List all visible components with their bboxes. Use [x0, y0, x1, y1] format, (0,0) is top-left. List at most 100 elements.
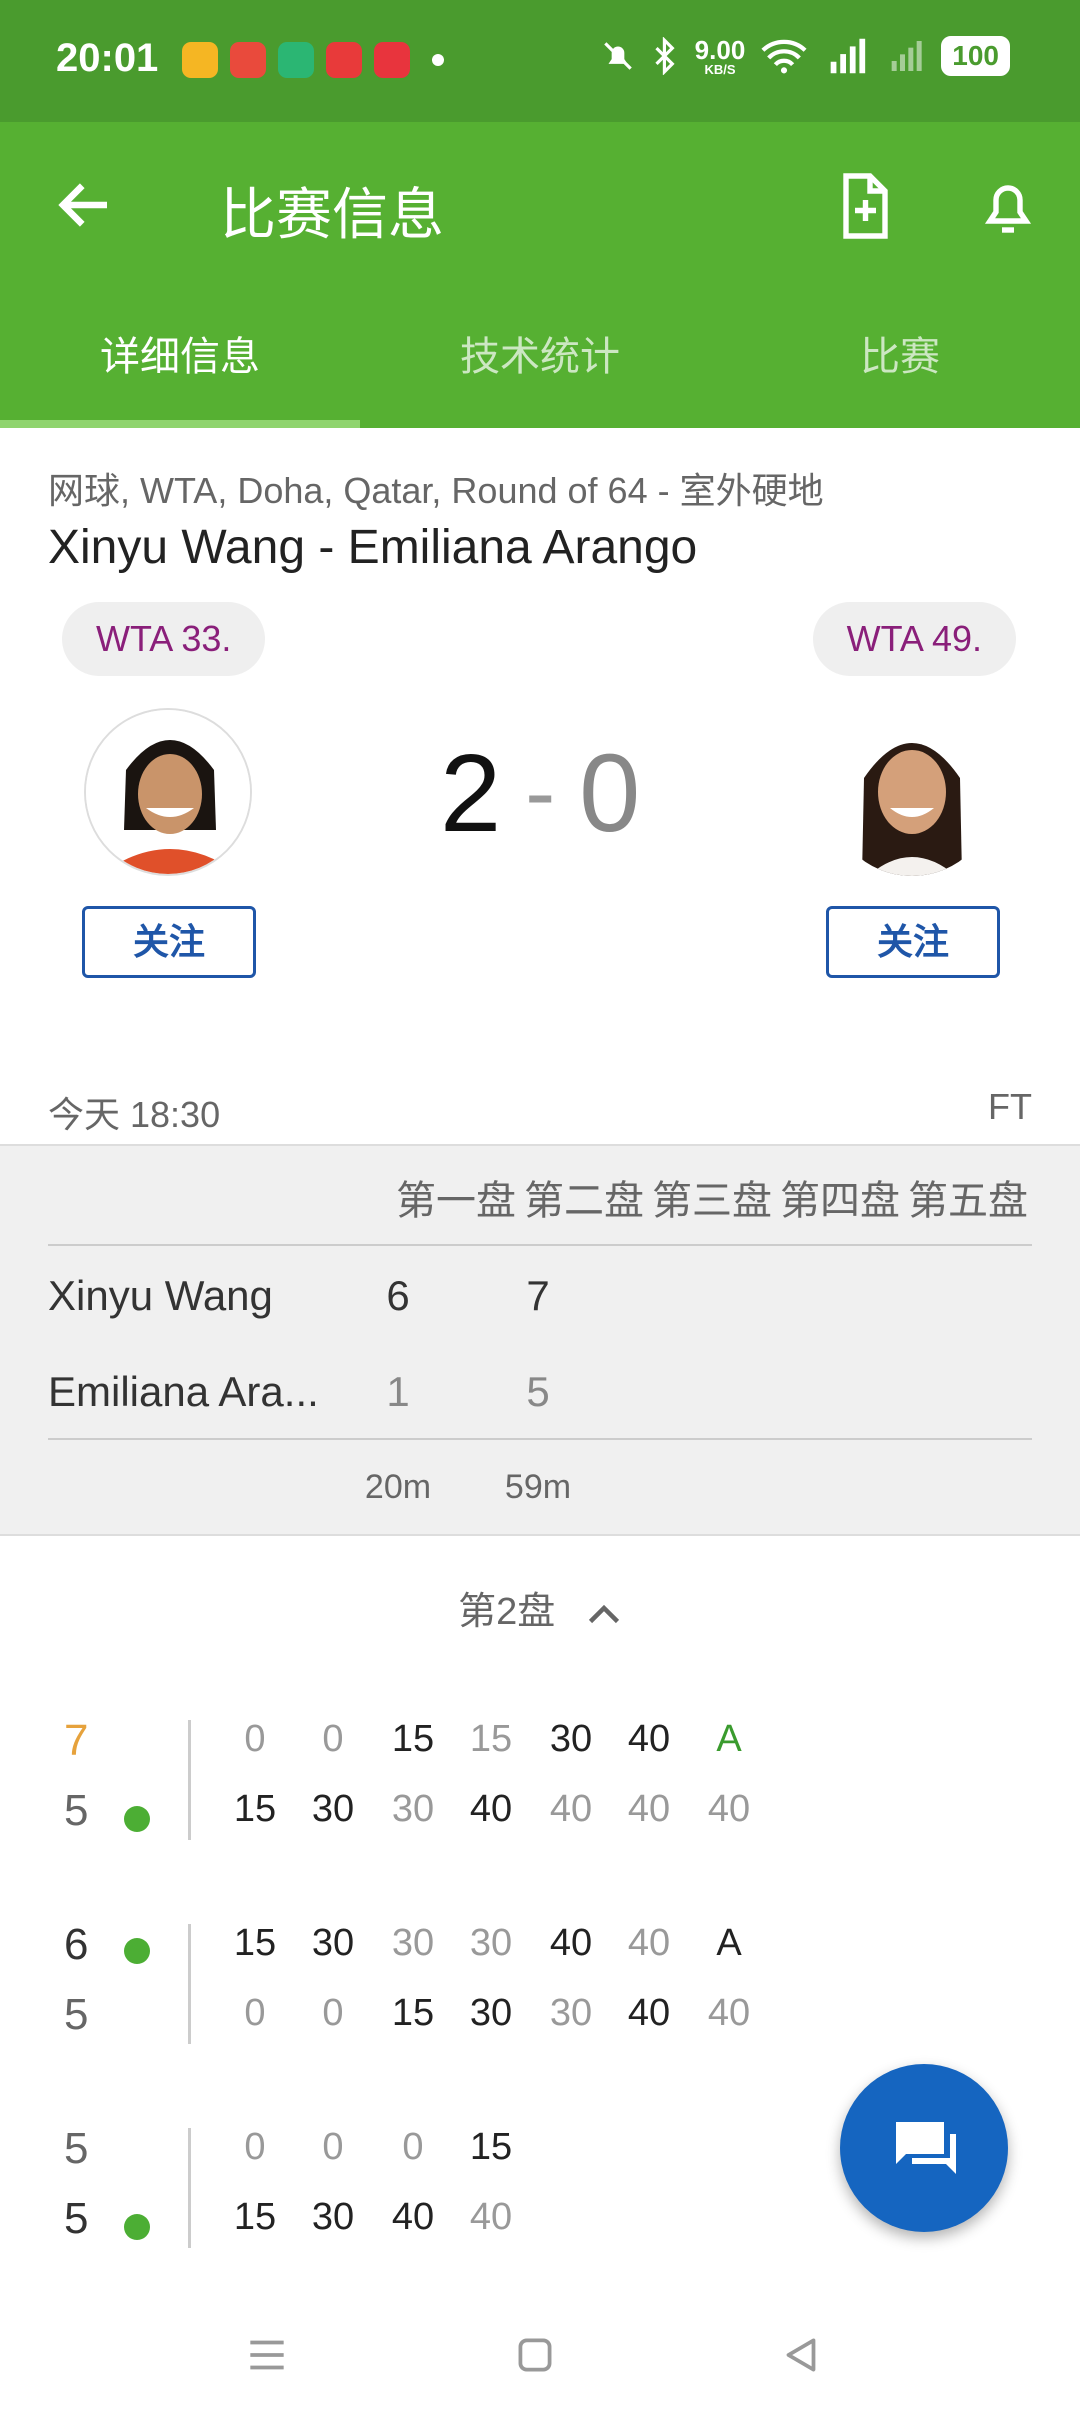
mute-bell-icon — [603, 42, 632, 70]
page-title: 比赛信息 — [220, 183, 444, 246]
away-set-2: 5 — [526, 1368, 550, 1415]
app-icon — [278, 42, 314, 78]
game-top-score: 6 — [64, 1920, 89, 1969]
match-title: Xinyu Wang - Emiliana Arango — [48, 521, 698, 574]
set-1-duration: 20m — [364, 1468, 432, 1506]
tab-match[interactable]: 比赛 — [720, 294, 1080, 428]
point: 40 — [707, 1992, 751, 2034]
point: 40 — [627, 1718, 671, 1760]
set-headers: 第一盘 第二盘 第三盘 第四盘 第五盘 — [396, 1168, 1028, 1226]
game-top-score: 7 — [64, 1716, 89, 1765]
point: 40 — [627, 1788, 671, 1830]
notification-icons — [182, 42, 444, 78]
point: A — [716, 1718, 742, 1760]
game-bottom-score: 5 — [64, 1786, 89, 1835]
set-header-1: 第一盘 — [396, 1179, 516, 1223]
away-player-photo — [828, 708, 996, 876]
point: 0 — [244, 2126, 266, 2168]
away-player-name: Emiliana Ara... — [48, 1368, 319, 1415]
point: 30 — [549, 1992, 593, 2034]
status-right: 9.00 KB/S 100 — [599, 36, 1010, 76]
divider — [48, 1438, 1032, 1440]
home-player-photo — [86, 710, 250, 874]
point: 40 — [469, 2196, 513, 2238]
serve-indicator-icon — [124, 1806, 150, 1832]
point: 30 — [311, 2196, 355, 2238]
home-sets-won: 2 — [440, 732, 502, 855]
home-rank-badge: WTA 33. — [62, 602, 266, 676]
away-rank-badge: WTA 49. — [812, 602, 1016, 676]
point: 30 — [391, 1788, 435, 1830]
divider — [48, 1244, 1032, 1246]
home-player-avatar[interactable] — [84, 708, 252, 876]
bell-icon[interactable] — [972, 170, 1044, 242]
home-follow-button[interactable]: 关注 — [82, 906, 256, 978]
point: 15 — [391, 1992, 435, 2034]
game-divider — [188, 1720, 191, 1840]
status-time: 20:01 — [56, 36, 159, 80]
menu-icon[interactable] — [242, 2330, 292, 2380]
home-player-name: Xinyu Wang — [48, 1272, 273, 1319]
status-bar: 20:01 9.00 KB/S 100 — [0, 0, 1080, 122]
set-header-2: 第二盘 — [524, 1179, 644, 1223]
app-bar: 比赛信息 详细信息 技术统计 比赛 — [0, 122, 1080, 428]
point: 15 — [233, 2196, 277, 2238]
game-top-score: 5 — [64, 2124, 89, 2173]
point: 15 — [391, 1718, 435, 1760]
point: 30 — [391, 1922, 435, 1964]
point: 0 — [402, 2126, 424, 2168]
match-time: 今天 18:30 — [48, 1094, 221, 1135]
system-nav-bar — [0, 2300, 1080, 2414]
bluetooth-icon — [655, 37, 675, 75]
more-dot-icon — [432, 54, 444, 66]
set-header-5: 第五盘 — [908, 1179, 1028, 1223]
home-set-1: 6 — [386, 1272, 410, 1319]
signal-5g-icon — [830, 38, 866, 74]
point: A — [716, 1922, 742, 1964]
point: 30 — [311, 1788, 355, 1830]
music-icon — [374, 42, 410, 78]
point: 40 — [707, 1788, 751, 1830]
point: 15 — [233, 1788, 277, 1830]
game-block-2: 6 5 15 30 30 30 40 40 A 0 0 15 30 30 40 … — [0, 1920, 1080, 2044]
away-follow-button[interactable]: 关注 — [826, 906, 1000, 978]
battery-indicator: 100 — [941, 36, 1010, 76]
weibo-icon — [182, 42, 218, 78]
away-sets-won: 0 — [579, 732, 641, 855]
point: 15 — [469, 1718, 513, 1760]
set-detail-title: 第2盘 — [458, 1591, 556, 1633]
signal-weak-icon — [891, 41, 922, 71]
set-header-3: 第三盘 — [652, 1179, 772, 1223]
game-bottom-score: 5 — [64, 2194, 89, 2243]
tab-bar: 详细信息 技术统计 比赛 — [0, 294, 1080, 428]
point: 15 — [469, 2126, 513, 2168]
game-divider — [188, 1924, 191, 2044]
net-speed: 9.00 KB/S — [694, 34, 746, 77]
document-add-icon[interactable] — [828, 170, 900, 242]
point: 30 — [469, 1992, 513, 2034]
chevron-up-icon — [588, 1604, 619, 1624]
serve-indicator-icon — [124, 2214, 150, 2240]
set-detail-toggle[interactable]: 第2盘 — [0, 1580, 1080, 1635]
point: 15 — [233, 1922, 277, 1964]
back-triangle-icon[interactable] — [776, 2330, 826, 2380]
tab-details[interactable]: 详细信息 — [0, 294, 360, 428]
match-meta: 网球, WTA, Doha, Qatar, Round of 64 - 室外硬地 — [48, 470, 824, 511]
game-block-1: 7 5 0 0 15 15 30 40 A 15 30 30 40 40 40 … — [0, 1716, 1080, 1840]
away-player-avatar[interactable] — [828, 708, 996, 876]
away-set-1: 1 — [386, 1368, 410, 1415]
point: 0 — [322, 1992, 344, 2034]
point: 30 — [311, 1922, 355, 1964]
point: 0 — [244, 1718, 266, 1760]
home-icon[interactable] — [510, 2330, 560, 2380]
point: 0 — [322, 1718, 344, 1760]
arrow-left-icon[interactable] — [52, 172, 118, 238]
match-status: FT — [988, 1086, 1032, 1127]
chat-fab-button[interactable] — [840, 2064, 1008, 2232]
set-header-4: 第四盘 — [780, 1179, 900, 1223]
wifi-icon — [761, 39, 807, 74]
point: 0 — [244, 1992, 266, 2034]
taobao-icon — [230, 42, 266, 78]
toutiao-icon — [326, 42, 362, 78]
tab-statistics[interactable]: 技术统计 — [360, 294, 720, 428]
